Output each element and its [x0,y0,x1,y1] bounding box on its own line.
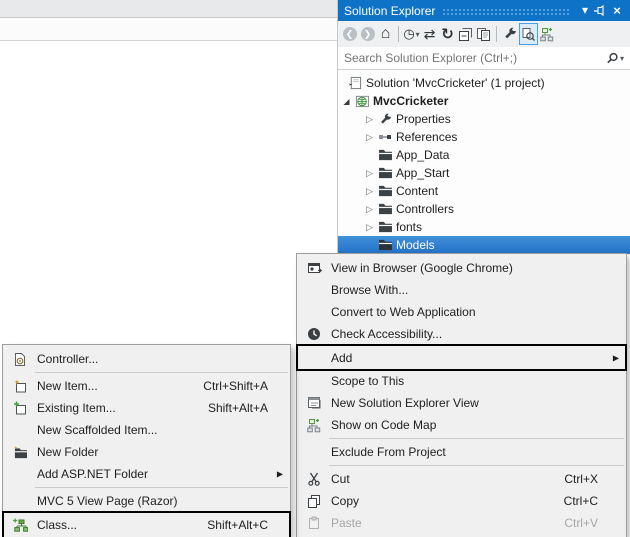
show-all-files-icon[interactable] [475,24,492,44]
menu-item-add-aspnet-folder[interactable]: Add ASP.NET Folder ▶ [3,463,290,485]
back-icon[interactable]: ❮ [341,24,358,44]
tree-item-controllers[interactable]: ▷ Controllers [338,200,630,218]
forward-icon[interactable]: ❯ [359,24,376,44]
search-bar: ▾ [338,47,630,70]
tree-item-fonts[interactable]: ▷ fonts [338,218,630,236]
menu-item-show-on-code-map[interactable]: Show on Code Map [297,414,626,436]
menu-separator [35,372,288,373]
new-view-icon [297,396,331,410]
menu-item-new-solution-explorer-view[interactable]: New Solution Explorer View [297,392,626,414]
window-menu-chevron-icon[interactable]: ▾ [577,0,593,21]
menu-item-exclude-from-project[interactable]: Exclude From Project [297,441,626,463]
editor-top-strip [0,0,337,18]
home-icon[interactable]: ⌂ [377,24,394,44]
cut-icon [297,472,331,486]
expanded-arrow-icon[interactable]: ◢ [340,97,353,106]
collapsed-arrow-icon[interactable]: ▷ [363,204,376,215]
submenu-arrow-icon: ▶ [612,353,619,362]
tree-item-properties[interactable]: ▷ Properties [338,110,630,128]
collapsed-arrow-icon[interactable]: ▷ [363,168,376,179]
code-map-icon [297,418,331,433]
submenu-arrow-icon: ▶ [276,469,283,479]
menu-item-copy[interactable]: Copy Ctrl+C [297,490,626,512]
tree-item-content[interactable]: ▷ Content [338,182,630,200]
collapse-all-icon[interactable] [457,24,474,44]
menu-item-cut[interactable]: Cut Ctrl+X [297,468,626,490]
folder-icon [376,239,394,251]
menu-separator [35,487,288,488]
menu-item-convert-to-web-application[interactable]: Convert to Web Application [297,301,626,323]
menu-item-mvc5-view-page[interactable]: MVC 5 View Page (Razor) [3,490,290,512]
menu-item-add[interactable]: Add ▶ [296,344,627,371]
folder-icon [376,185,394,197]
search-input[interactable] [344,51,606,65]
project-icon [353,94,371,108]
collapsed-arrow-icon[interactable]: ▷ [363,132,376,143]
menu-separator [329,438,624,439]
collapsed-arrow-icon[interactable]: ▷ [363,114,376,125]
preview-selected-items-icon[interactable] [519,23,538,45]
folder-icon [376,167,394,179]
menu-separator [329,465,624,466]
controller-icon [3,352,37,367]
code-map-icon[interactable] [539,24,556,44]
editor-second-strip [0,18,337,41]
refresh-icon[interactable]: ↻ [439,24,456,44]
solution-explorer-titlebar[interactable]: Solution Explorer ▾ × [338,0,630,21]
new-folder-icon [3,445,37,459]
accessibility-icon [297,327,331,341]
menu-item-class[interactable]: Class... Shift+Alt+C [2,511,291,537]
tree-item-project[interactable]: ◢ MvcCricketer [338,92,630,110]
pin-icon[interactable] [593,4,609,17]
menu-item-existing-item[interactable]: Existing Item... Shift+Alt+A [3,397,290,419]
toolbar-separator [398,26,399,42]
folder-icon [376,221,394,233]
copy-icon [297,494,331,508]
menu-item-browse-with[interactable]: Browse With... [297,279,626,301]
folder-icon [376,149,394,161]
class-icon [3,518,37,533]
solution-explorer-toolbar: ❮ ❯ ⌂ ◷ ▾ ⇄ ↻ [338,21,630,47]
menu-item-check-accessibility[interactable]: Check Accessibility... [297,323,626,345]
sync-with-active-document-icon[interactable]: ⇄ [421,24,438,44]
visual-studio-window: Solution Explorer ▾ × ❮ ❯ ⌂ ◷ ▾ ⇄ ↻ Sear… [0,0,630,537]
menu-item-controller[interactable]: Controller... [3,348,290,370]
context-menu: View in Browser (Google Chrome) Browse W… [296,253,627,537]
titlebar-grip-texture [442,7,570,17]
menu-item-scope-to-this[interactable]: Scope to This [297,370,626,392]
tree-item-references[interactable]: ▷ References [338,128,630,146]
folder-icon [376,203,394,215]
menu-item-new-folder[interactable]: New Folder [3,441,290,463]
menu-item-paste[interactable]: Paste Ctrl+V [297,512,626,534]
new-item-icon [3,379,37,393]
collapsed-arrow-icon[interactable]: ▷ [363,186,376,197]
references-icon [376,130,394,144]
toolbar-separator [496,26,497,42]
menu-item-view-in-browser[interactable]: View in Browser (Google Chrome) [297,257,626,279]
properties-wrench-icon[interactable] [501,24,518,44]
tree-item-app-data[interactable]: ▷ App_Data [338,146,630,164]
pending-changes-filter-icon[interactable]: ◷ ▾ [403,24,420,44]
wrench-icon [376,113,394,126]
collapsed-arrow-icon[interactable]: ▷ [363,222,376,233]
search-icon[interactable]: ▾ [606,52,624,65]
paste-icon [297,516,331,530]
close-icon[interactable]: × [609,0,625,21]
panel-title: Solution Explorer [344,3,436,18]
menu-item-new-item[interactable]: New Item... Ctrl+Shift+A [3,375,290,397]
tree-item-solution[interactable]: Solution 'MvcCricketer' (1 project) [338,74,630,92]
solution-tree: Solution 'MvcCricketer' (1 project) ◢ Mv… [338,70,630,254]
existing-item-icon [3,401,37,415]
solution-icon [346,76,364,90]
tree-item-models[interactable]: ▷ Models [338,236,630,254]
browser-icon [297,261,331,275]
add-submenu: Controller... New Item... Ctrl+Shift+A E… [2,344,291,537]
menu-item-new-scaffolded-item[interactable]: New Scaffolded Item... [3,419,290,441]
tree-item-app-start[interactable]: ▷ App_Start [338,164,630,182]
